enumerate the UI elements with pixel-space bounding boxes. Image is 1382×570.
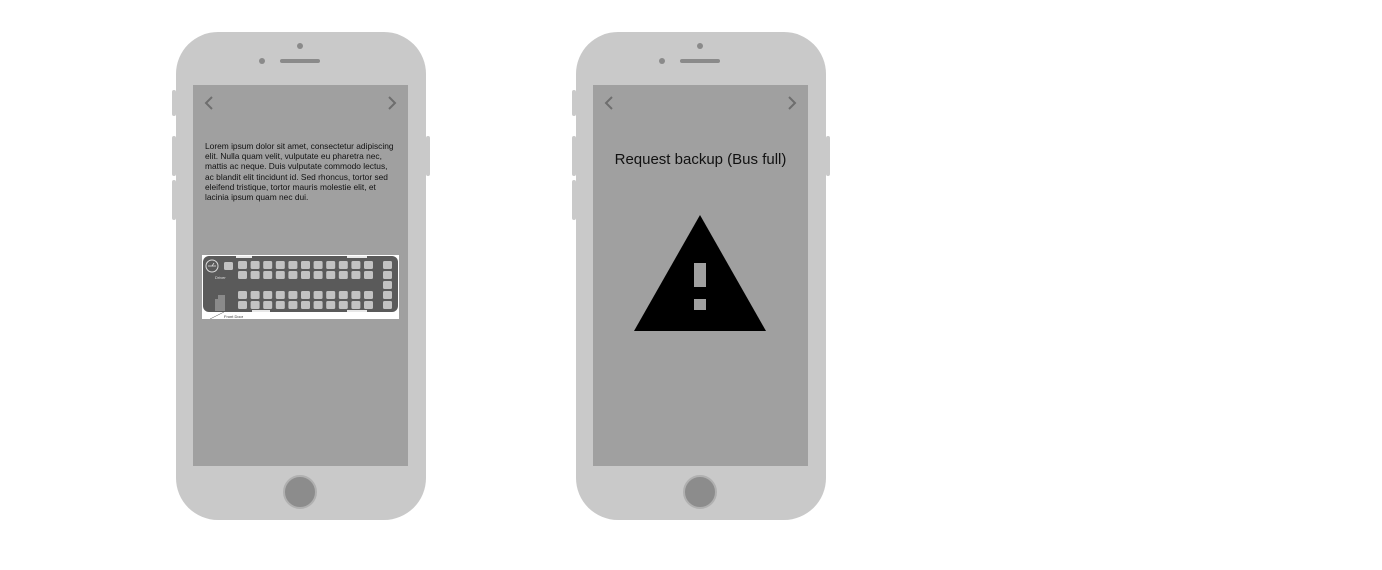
bus-seat[interactable] xyxy=(275,291,285,299)
bus-seat[interactable] xyxy=(275,271,285,279)
bus-seat[interactable] xyxy=(238,271,247,279)
chevron-left-icon[interactable] xyxy=(202,95,216,111)
phone-screen: Lorem ipsum dolor sit amet, consectetur … xyxy=(193,85,408,466)
bus-seat[interactable] xyxy=(301,261,310,269)
chevron-left-icon[interactable] xyxy=(602,95,616,111)
bus-seat[interactable] xyxy=(250,261,260,269)
warning-triangle-icon xyxy=(634,215,766,331)
chevron-right-icon[interactable] xyxy=(385,95,399,111)
bus-full-title: Request backup (Bus full) xyxy=(614,151,787,168)
bus-seat[interactable] xyxy=(383,271,392,279)
mute-switch xyxy=(572,90,576,116)
bus-seat[interactable] xyxy=(313,291,323,299)
bus-seat[interactable] xyxy=(313,301,323,309)
front-camera xyxy=(697,43,703,49)
bus-seat[interactable] xyxy=(351,261,361,269)
bus-seat[interactable] xyxy=(364,271,373,279)
bus-seat[interactable] xyxy=(263,261,273,269)
bus-seat[interactable] xyxy=(326,261,336,269)
volume-up-button xyxy=(572,136,576,176)
phone-mockup-seat-layout: Lorem ipsum dolor sit amet, consectetur … xyxy=(172,32,430,520)
bus-seat[interactable] xyxy=(301,271,310,279)
bus-seat[interactable] xyxy=(301,301,310,309)
bus-seat[interactable] xyxy=(288,291,298,299)
bus-seat[interactable] xyxy=(275,261,285,269)
proximity-sensor xyxy=(659,58,665,64)
volume-down-button xyxy=(572,180,576,220)
phone-mockup-bus-full: Request backup (Bus full) xyxy=(572,32,830,520)
description-text: Lorem ipsum dolor sit amet, consectetur … xyxy=(205,141,394,203)
bus-seat[interactable] xyxy=(338,271,348,279)
bus-seat[interactable] xyxy=(351,271,361,279)
bus-seat[interactable] xyxy=(326,291,336,299)
bus-seat-map[interactable]: Driver Front Door xyxy=(202,255,399,320)
home-button[interactable] xyxy=(683,475,717,509)
mute-switch xyxy=(172,90,176,116)
power-button xyxy=(826,136,830,176)
bus-seat[interactable] xyxy=(250,291,260,299)
volume-up-button xyxy=(172,136,176,176)
bus-seat[interactable] xyxy=(224,262,233,270)
phone-screen: Request backup (Bus full) xyxy=(593,85,808,466)
bus-seat[interactable] xyxy=(313,271,323,279)
driver-label: Driver xyxy=(215,275,226,280)
bus-seat[interactable] xyxy=(250,301,260,309)
bus-seat[interactable] xyxy=(238,291,247,299)
front-door-label: Front Door xyxy=(224,314,244,319)
bus-seat[interactable] xyxy=(263,271,273,279)
power-button xyxy=(426,136,430,176)
earpiece-speaker xyxy=(680,59,720,63)
chevron-right-icon[interactable] xyxy=(785,95,799,111)
home-button[interactable] xyxy=(283,475,317,509)
bus-seat[interactable] xyxy=(383,281,392,289)
bus-seat[interactable] xyxy=(364,261,373,269)
bus-seat[interactable] xyxy=(326,301,336,309)
bus-seat[interactable] xyxy=(263,291,273,299)
bus-seat[interactable] xyxy=(250,271,260,279)
bus-seat[interactable] xyxy=(275,301,285,309)
bus-seat[interactable] xyxy=(301,291,310,299)
bus-seat[interactable] xyxy=(383,301,392,309)
bus-seat[interactable] xyxy=(313,261,323,269)
bus-seat[interactable] xyxy=(383,291,392,299)
bus-seat[interactable] xyxy=(288,271,298,279)
bus-seat[interactable] xyxy=(263,301,273,309)
bus-seat[interactable] xyxy=(338,291,348,299)
bus-seat[interactable] xyxy=(364,291,373,299)
bus-seat[interactable] xyxy=(238,261,247,269)
volume-down-button xyxy=(172,180,176,220)
front-camera xyxy=(297,43,303,49)
bus-seat[interactable] xyxy=(351,291,361,299)
bus-seat[interactable] xyxy=(364,301,373,309)
bus-seat[interactable] xyxy=(338,261,348,269)
bus-seat[interactable] xyxy=(351,301,361,309)
bus-seat[interactable] xyxy=(288,261,298,269)
proximity-sensor xyxy=(259,58,265,64)
bus-seat[interactable] xyxy=(238,301,247,309)
bus-seat[interactable] xyxy=(326,271,336,279)
bus-seat[interactable] xyxy=(383,261,392,269)
bus-seat[interactable] xyxy=(288,301,298,309)
bus-seat[interactable] xyxy=(338,301,348,309)
earpiece-speaker xyxy=(280,59,320,63)
